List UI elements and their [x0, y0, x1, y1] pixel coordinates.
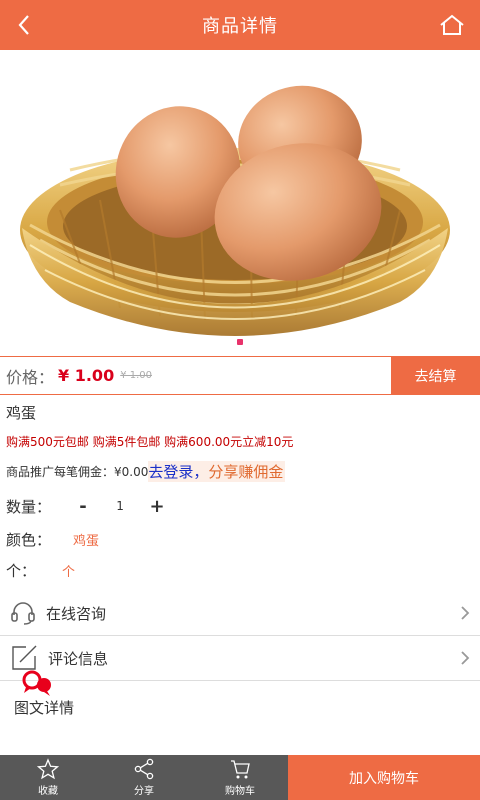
cart-icon: [231, 760, 250, 779]
price-bar: 价格： ¥ 1.00 ¥ 1.00 去结算: [0, 356, 480, 395]
product-image[interactable]: [0, 50, 480, 356]
quantity-value[interactable]: 1: [95, 499, 145, 513]
increase-button[interactable]: +: [145, 496, 169, 517]
share-button[interactable]: 分享: [96, 755, 192, 800]
commission-row: 商品推广每笔佣金：¥0.00 去登录， 分享赚佣金: [6, 460, 286, 482]
add-to-cart-button[interactable]: 加入购物车: [288, 755, 480, 800]
decrease-button[interactable]: -: [71, 496, 95, 517]
unit-label: 个：: [6, 561, 37, 580]
headset-icon: [11, 602, 35, 625]
home-button[interactable]: [432, 0, 472, 50]
product-name: 鸡蛋: [6, 404, 37, 422]
color-option[interactable]: 鸡蛋: [73, 530, 99, 549]
star-icon: [37, 758, 59, 780]
eggs-basket-image: [20, 85, 450, 336]
back-button[interactable]: [6, 0, 42, 50]
unit-option-row: 个： 个: [6, 558, 75, 582]
chat-bubbles-icon: [22, 670, 51, 696]
promotion-text: 购满500元包邮 购满5件包邮 购满600.00元立减10元: [6, 435, 294, 449]
review-info-item[interactable]: 评论信息: [0, 636, 480, 681]
quantity-stepper: 数量： - 1 +: [6, 494, 169, 518]
commission-label: 商品推广每笔佣金：¥0.00: [6, 464, 149, 479]
color-option-row: 颜色： 鸡蛋: [6, 527, 99, 551]
online-consult-item[interactable]: 在线咨询: [0, 591, 480, 636]
quantity-label: 数量：: [6, 497, 52, 516]
review-info-label: 评论信息: [48, 649, 109, 668]
header-bar: 商品详情: [0, 0, 480, 50]
home-icon: [440, 14, 464, 35]
checkout-button[interactable]: 去结算: [391, 357, 480, 394]
favorite-button[interactable]: 收藏: [0, 755, 96, 800]
login-link[interactable]: 去登录，: [148, 460, 209, 482]
color-label: 颜色：: [6, 530, 52, 549]
share-label: 分享: [134, 786, 154, 797]
page-title: 商品详情: [202, 16, 278, 37]
online-consult-label: 在线咨询: [46, 604, 107, 623]
bottom-action-bar: 收藏 分享 购物车 加入购物车: [0, 755, 480, 800]
cart-button[interactable]: 购物车: [192, 755, 288, 800]
share-earn-text[interactable]: 分享赚佣金: [208, 460, 286, 482]
cart-label: 购物车: [225, 786, 255, 797]
price-label: 价格：: [6, 367, 55, 387]
share-icon: [134, 758, 154, 780]
original-price: ¥ 1.00: [120, 370, 153, 381]
image-text-detail-tab[interactable]: 图文详情: [14, 697, 74, 718]
current-price: ¥ 1.00: [58, 366, 115, 385]
unit-option[interactable]: 个: [62, 561, 75, 580]
carousel-indicator[interactable]: [237, 339, 243, 345]
product-detail-page: 商品详情 价格： ¥ 1.00 ¥ 1.00 去结算 鸡蛋 购满500元包邮 购…: [0, 0, 480, 800]
chevron-left-icon: [18, 15, 29, 35]
chevron-right-icon: [461, 651, 470, 665]
favorite-label: 收藏: [38, 786, 58, 797]
chevron-right-icon: [461, 606, 470, 620]
